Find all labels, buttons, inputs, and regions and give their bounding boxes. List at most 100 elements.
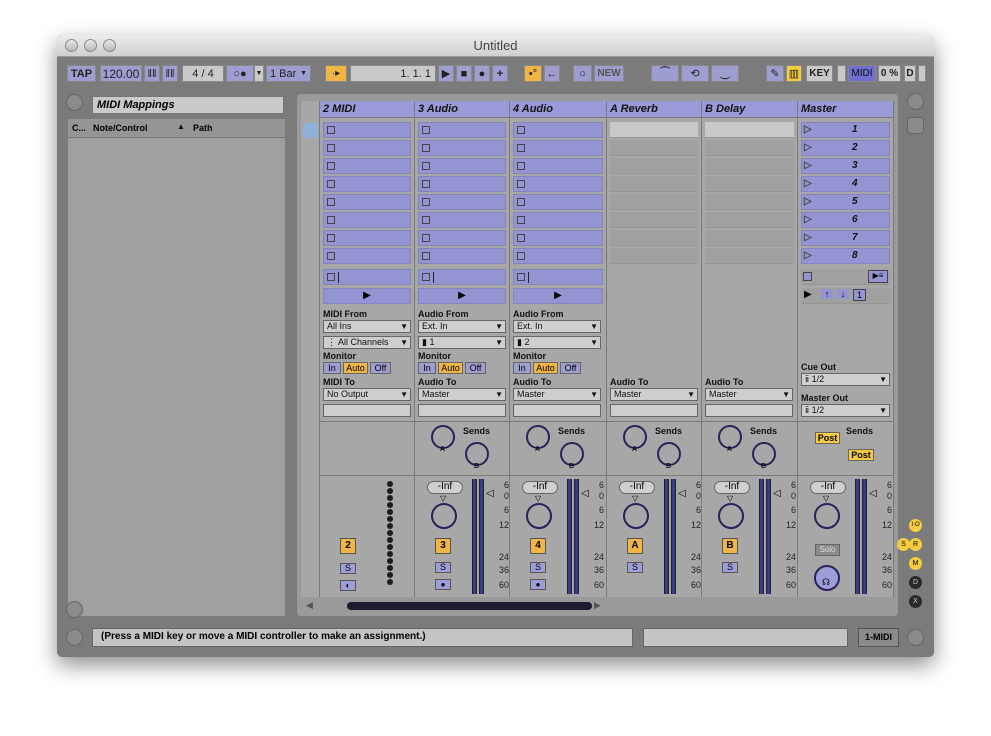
back-to-arrangement-icon[interactable]: ← [544, 65, 560, 82]
record-icon[interactable]: ● [474, 65, 490, 82]
scene-play-icon[interactable]: ▷ [804, 196, 812, 207]
input-type-select[interactable]: Ext. In ▼ [513, 320, 601, 333]
scroll-thumb[interactable] [347, 602, 592, 610]
scene-play-icon[interactable]: ▷ [804, 232, 812, 243]
monitor-auto-button[interactable]: Auto [533, 362, 558, 374]
clip-slot[interactable] [418, 248, 506, 264]
track-title[interactable]: 4 Audio [510, 101, 606, 118]
output-channel-select[interactable] [610, 404, 698, 417]
monitor-off-button[interactable]: Off [465, 362, 486, 374]
output-type-select[interactable]: Master ▼ [705, 388, 793, 401]
nudge-up-icon[interactable]: ǁǁ [162, 65, 178, 82]
track-volume-readout[interactable]: -Inf [714, 481, 750, 494]
stop-button[interactable]: ▶ [418, 288, 506, 304]
follow-icon[interactable]: ·▸ [325, 65, 347, 82]
session-view-icon[interactable] [907, 93, 924, 110]
loop-icon[interactable]: ⟲ [681, 65, 709, 82]
clip-slot[interactable] [705, 230, 794, 246]
output-channel-select[interactable] [513, 404, 601, 417]
clip-slot[interactable] [705, 140, 794, 156]
clip-stop-icon[interactable] [327, 234, 335, 242]
metronome-icon[interactable]: ○● [226, 65, 254, 82]
delay-toggle-icon[interactable]: D [909, 576, 922, 589]
crossfader-toggle-icon[interactable]: X [909, 595, 922, 608]
monitor-off-button[interactable]: Off [560, 362, 581, 374]
draw-mode-icon[interactable]: ✎ [766, 65, 784, 82]
column-path[interactable]: Path [193, 123, 213, 133]
track-activator[interactable]: B [722, 538, 738, 554]
arm-button[interactable]: ● [530, 579, 546, 590]
pan-knob[interactable] [623, 503, 649, 529]
scene-launch[interactable]: ▷ 1 [801, 122, 890, 138]
horizontal-scrollbar[interactable]: ◀ ▶ [302, 600, 602, 612]
scene-play-list-icon[interactable]: ▶≡ [868, 270, 888, 283]
clip-slot[interactable] [705, 194, 794, 210]
computer-keyboard-icon[interactable]: ▥ [786, 65, 802, 82]
clip-slot[interactable] [323, 248, 411, 264]
clip-stop-icon[interactable] [517, 252, 525, 260]
clip-stop-icon[interactable] [517, 216, 525, 224]
scene-play-icon[interactable]: ▷ [804, 178, 812, 189]
track-title[interactable]: Master [798, 101, 893, 118]
mixer-toggle-icon[interactable] [907, 117, 924, 134]
clip-slot[interactable] [705, 122, 794, 138]
arm-button[interactable]: ◐ [340, 580, 356, 591]
clip-stop-icon[interactable] [422, 252, 430, 260]
clip-slot[interactable] [610, 212, 698, 228]
track-activator[interactable]: A [627, 538, 643, 554]
stop-clips-icon[interactable] [327, 273, 335, 281]
track-title[interactable]: 3 Audio [415, 101, 509, 118]
clip-slot[interactable] [513, 122, 603, 138]
clip-slot[interactable] [513, 140, 603, 156]
clip-slot[interactable] [323, 158, 411, 174]
clip-stop-icon[interactable] [422, 162, 430, 170]
scene-play-icon[interactable]: ▷ [804, 250, 812, 261]
overview-icon[interactable] [66, 601, 83, 618]
browser-toggle-icon[interactable] [66, 94, 83, 111]
clip-stop-icon[interactable] [422, 198, 430, 206]
clip-slot[interactable] [513, 212, 603, 228]
clip-stop-icon[interactable] [422, 144, 430, 152]
clip-slot[interactable] [323, 140, 411, 156]
clip-slot[interactable] [323, 230, 411, 246]
clip-stop-icon[interactable] [327, 216, 335, 224]
clip-slot[interactable] [610, 140, 698, 156]
scene-launch[interactable]: ▷ 3 [801, 158, 890, 174]
pan-knob[interactable] [431, 503, 457, 529]
output-type-select[interactable]: Master ▼ [610, 388, 698, 401]
arm-button[interactable]: ● [435, 579, 451, 590]
output-type-select[interactable]: Master ▼ [513, 388, 601, 401]
io-toggle-icon[interactable]: I·O [909, 519, 922, 532]
clip-slot[interactable] [418, 158, 506, 174]
solo-cue-button[interactable]: Solo [815, 544, 840, 556]
clip-slot[interactable] [513, 194, 603, 210]
nudge-down-icon[interactable]: ǁǁ [144, 65, 160, 82]
solo-button[interactable]: S [722, 562, 738, 573]
info-view-toggle-icon[interactable] [66, 629, 83, 646]
column-note-control[interactable]: Note/Control [93, 123, 148, 133]
time-signature[interactable]: 4 / 4 [182, 65, 224, 82]
solo-button[interactable]: S [627, 562, 643, 573]
scroll-right-icon[interactable]: ▶ [594, 600, 601, 611]
pan-knob[interactable] [718, 503, 744, 529]
input-channel-select[interactable]: ▮ 2 ▼ [513, 336, 601, 349]
monitor-auto-button[interactable]: Auto [438, 362, 463, 374]
track-volume-readout[interactable]: -Inf [522, 481, 558, 494]
input-channel-select[interactable]: ▮ 1 ▼ [418, 336, 506, 349]
clip-stop-icon[interactable] [422, 216, 430, 224]
clip-stop-icon[interactable] [517, 234, 525, 242]
new-button[interactable]: NEW [594, 65, 624, 82]
scene-launch[interactable]: ▷ 2 [801, 140, 890, 156]
clip-slot[interactable] [418, 230, 506, 246]
clip-slot[interactable] [323, 122, 411, 138]
clip-slot[interactable] [513, 248, 603, 264]
output-channel-select[interactable] [705, 404, 793, 417]
scene-launch[interactable]: ▷ 5 [801, 194, 890, 210]
clip-slot[interactable] [610, 122, 698, 138]
clip-stop-icon[interactable] [327, 198, 335, 206]
stop-clips-icon[interactable] [517, 273, 525, 281]
play-icon[interactable]: ▶ [438, 65, 454, 82]
solo-button[interactable]: S [530, 562, 546, 573]
clip-stop-icon[interactable] [327, 252, 335, 260]
input-type-select[interactable]: Ext. In ▼ [418, 320, 506, 333]
